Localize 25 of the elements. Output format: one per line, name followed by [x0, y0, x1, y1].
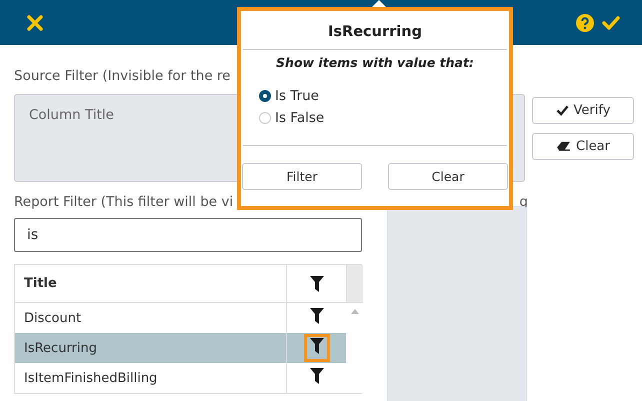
check-icon	[556, 105, 569, 116]
search-field[interactable]: is	[14, 218, 362, 252]
report-filter-label: Report Filter (This filter will be vi	[14, 194, 234, 212]
radio-button[interactable]	[259, 90, 271, 102]
filter-icon[interactable]	[310, 338, 324, 354]
eraser-icon	[556, 141, 571, 152]
column-header: Title	[15, 265, 286, 303]
popup-subtitle: Show items with value that:	[275, 55, 475, 70]
radio-label[interactable]: Is False	[275, 110, 324, 126]
clear-button[interactable]: Clear	[388, 163, 508, 190]
filter-button[interactable]: Filter	[242, 163, 362, 190]
clear-button[interactable]: Clear	[532, 133, 634, 160]
verify-button[interactable]: Verify	[532, 97, 634, 124]
filter-icon[interactable]	[310, 276, 324, 292]
check-icon[interactable]	[602, 16, 620, 30]
radio-label[interactable]: Is True	[275, 88, 319, 104]
help-icon[interactable]	[576, 14, 594, 32]
table-cell[interactable]: Discount	[15, 303, 286, 333]
source-filter-label: Source Filter (Invisible for the re	[14, 68, 232, 86]
filter-icon[interactable]	[310, 308, 324, 324]
popup-title: IsRecurring	[243, 11, 507, 50]
table-cell[interactable]: IsRecurring	[15, 333, 286, 363]
table-cell[interactable]: IsItemFinishedBilling	[15, 363, 286, 393]
close-icon[interactable]	[27, 14, 43, 30]
filter-icon[interactable]	[310, 368, 324, 384]
